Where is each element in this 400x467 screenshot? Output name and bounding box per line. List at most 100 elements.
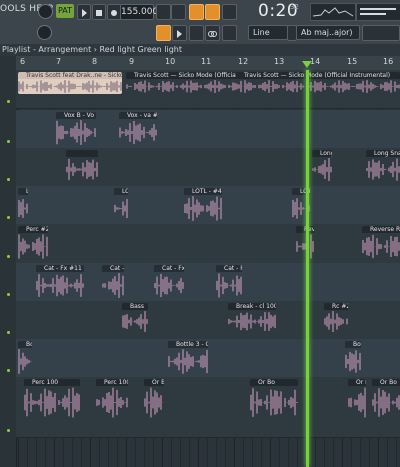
- link-button[interactable]: [205, 25, 220, 41]
- browser-button[interactable]: [362, 25, 400, 41]
- audio-clip-label: Or Bo: [372, 379, 400, 386]
- audio-clip[interactable]: Cat - Fx #11: [154, 265, 184, 299]
- audio-clip-label: Travis Scott — Sicko Mode (Official Inst…: [236, 72, 400, 79]
- track-active-dot[interactable]: [7, 255, 10, 258]
- audio-clip[interactable]: Bottle 3 - Gl #2: [168, 341, 208, 375]
- audio-clip[interactable]: Cat - Fx #11: [36, 265, 84, 299]
- audio-clip[interactable]: [66, 150, 98, 182]
- audio-clip[interactable]: Rc #2: [324, 303, 348, 333]
- blend-notes-button[interactable]: [205, 4, 220, 20]
- audio-clip-label: Perc 100: [24, 379, 80, 386]
- snap-dropdown[interactable]: Line: [248, 25, 288, 40]
- audio-clip[interactable]: Reverse Rise: [362, 226, 400, 260]
- playhead[interactable]: [306, 70, 309, 467]
- audio-clip[interactable]: Vox B - Vo H5: [56, 112, 96, 146]
- audio-clip-label: Perc 100: [96, 379, 128, 386]
- track-active-dot[interactable]: [7, 140, 10, 143]
- audio-clip-label: Perc #2: [18, 226, 48, 233]
- toolbar-row-bottom: Line Ab maj..ajor): [0, 22, 400, 57]
- track-active-dot[interactable]: [7, 331, 10, 334]
- wait-for-input-button[interactable]: [171, 4, 186, 20]
- ruler-bar-number: 6: [20, 57, 26, 66]
- audio-clip[interactable]: Travis Scott feat Drak..ne - Sicko Mode …: [18, 72, 122, 94]
- audio-clip[interactable]: Cat - Fx #11: [216, 265, 242, 299]
- metronome-button[interactable]: [156, 4, 171, 20]
- track-active-dot[interactable]: [7, 100, 10, 103]
- audio-clip[interactable]: Perc 100: [24, 379, 80, 419]
- audio-clip[interactable]: Break - cl 100: [228, 303, 276, 333]
- audio-clip[interactable]: Long Snare: [312, 150, 332, 182]
- audio-clip[interactable]: Vox - va #2: [119, 112, 157, 146]
- audio-clip-label: Bottle 3 - Gl #2: [168, 341, 208, 348]
- ruler-bar-number: 11: [201, 57, 212, 66]
- audio-clip[interactable]: LOTL - #4: [18, 188, 28, 222]
- waveform-icon: [312, 7, 354, 17]
- audio-clip-label: Cat - Fx #11: [36, 265, 84, 272]
- audio-clip-label: Travis Scott feat Drak..ne - Sicko Mode …: [18, 72, 122, 79]
- audio-clip-label: Bottle 3 - Gl #2: [18, 341, 32, 348]
- audio-clip-label: Vox B - Vo H5: [56, 112, 96, 119]
- audio-clip[interactable]: LOTL - #4: [184, 188, 222, 222]
- audio-clip[interactable]: Bass: [122, 303, 148, 333]
- stop-icon: [96, 10, 102, 16]
- play-button[interactable]: [77, 4, 91, 20]
- audio-clip-label: Reverse Rise: [296, 226, 314, 233]
- audio-clip[interactable]: Perc 100: [96, 379, 128, 419]
- audio-clip-label: Long Snare: [312, 150, 332, 157]
- audio-clip-label: Rc #2: [324, 303, 348, 310]
- ruler-bar-number: 9: [129, 57, 135, 66]
- audio-clip[interactable]: Long Snare: [366, 150, 400, 182]
- ruler-bar-number: 16: [383, 57, 394, 66]
- tempo-display[interactable]: 155.000: [120, 4, 158, 20]
- audio-clip[interactable]: Bottle 3 - Gl #2: [345, 341, 361, 375]
- cpu-meter-icon: [360, 8, 396, 15]
- playlist-title: Playlist - Arrangement › Red light Green…: [2, 45, 183, 54]
- audio-clip-label: Cat - Fx #11: [102, 265, 124, 272]
- song-position-subtime: 32: [290, 3, 299, 11]
- ruler-bar-number: 12: [238, 57, 249, 66]
- main-toolbar: OOLS HELP PAT 155.000 0:20 32 Line Ab ma…: [0, 0, 400, 57]
- audio-clip-label: LOTL - #4: [184, 188, 222, 195]
- timeline-ruler[interactable]: 6 7 8 9 10 11 12 13 14 15 16: [16, 56, 400, 71]
- track-active-dot[interactable]: [7, 293, 10, 296]
- breadcrumb: Playlist - Arrangement › Red light Green…: [0, 44, 400, 56]
- stop-button[interactable]: [92, 4, 106, 20]
- loop-record-button[interactable]: [222, 4, 237, 20]
- audio-clip[interactable]: Travis Scott — Sicko Mode (Official Inst…: [236, 72, 400, 94]
- track-lane[interactable]: [16, 224, 400, 264]
- audio-clip[interactable]: Or Bo: [348, 379, 366, 419]
- key-scale-dropdown[interactable]: Ab maj..ajor): [296, 25, 360, 40]
- audio-clip-label: Cat - Fx #11: [154, 265, 184, 272]
- playhead-marker[interactable]: [302, 61, 312, 68]
- audio-clip[interactable]: Bottle 3 - Gl #2: [18, 341, 32, 375]
- track-active-dot[interactable]: [7, 178, 10, 181]
- playlist-area[interactable]: 6 7 8 9 10 11 12 13 14 15 16 Travis Scott feat Dra…: [0, 56, 400, 467]
- link-icon: [208, 31, 217, 37]
- track-active-dot[interactable]: [7, 216, 10, 219]
- arrow-right-button[interactable]: [172, 25, 187, 41]
- audio-clip[interactable]: LOTL - #4: [114, 188, 128, 222]
- playlist-button[interactable]: [156, 25, 171, 41]
- audio-clip-label: Reverse Rise: [362, 226, 400, 233]
- track-lane[interactable]: [16, 339, 400, 378]
- step-edit-button[interactable]: [189, 25, 204, 41]
- record-button[interactable]: [107, 4, 121, 20]
- audio-clip[interactable]: Or Bo: [144, 379, 164, 419]
- pencil-tool-button[interactable]: [222, 25, 237, 41]
- audio-clip[interactable]: Or Bo: [250, 379, 298, 419]
- arrow-right-icon: [177, 30, 182, 38]
- ruler-bar-number: 8: [92, 57, 98, 66]
- audio-clip[interactable]: Or Bo: [372, 379, 400, 419]
- master-pitch-knob[interactable]: [37, 25, 52, 40]
- pattern-song-toggle[interactable]: PAT: [56, 4, 74, 18]
- audio-clip[interactable]: Travis Scott — Sicko Mode (Official Inst…: [126, 72, 236, 94]
- track-active-dot[interactable]: [7, 429, 10, 432]
- countdown-button[interactable]: [189, 4, 204, 20]
- audio-clip[interactable]: Reverse Rise: [296, 226, 314, 260]
- audio-clip[interactable]: Cat - Fx #11: [102, 265, 124, 299]
- cpu-display: [356, 3, 400, 21]
- toolbar-row-top: OOLS HELP PAT 155.000 0:20 32: [0, 0, 400, 22]
- track-active-dot[interactable]: [7, 369, 10, 372]
- audio-clip[interactable]: Perc #2: [18, 226, 48, 260]
- master-volume-knob[interactable]: [38, 4, 53, 19]
